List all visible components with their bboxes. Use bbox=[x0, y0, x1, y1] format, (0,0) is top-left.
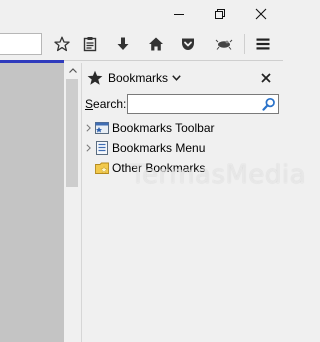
bookmarks-tree: Bookmarks Toolbar Bookmarks Menu Other B… bbox=[82, 118, 283, 178]
search-icon[interactable] bbox=[262, 97, 276, 111]
tree-item-bookmarks-toolbar[interactable]: Bookmarks Toolbar bbox=[82, 118, 283, 138]
close-icon bbox=[255, 8, 267, 20]
sidebar-title: Bookmarks bbox=[108, 71, 169, 85]
bookmarks-toolbar-icon bbox=[95, 122, 109, 134]
hamburger-menu-icon bbox=[256, 38, 270, 50]
extension-icon bbox=[215, 39, 233, 50]
scroll-up-button[interactable] bbox=[64, 63, 81, 77]
star-icon bbox=[54, 36, 70, 52]
chevron-up-icon bbox=[68, 67, 77, 73]
tree-item-label: Other Bookmarks bbox=[112, 161, 206, 175]
navigation-toolbar bbox=[0, 28, 283, 61]
tree-item-other-bookmarks[interactable]: Other Bookmarks bbox=[82, 158, 283, 178]
tree-item-label: Bookmarks Toolbar bbox=[112, 121, 215, 135]
open-menu-button[interactable] bbox=[251, 32, 275, 56]
close-icon bbox=[261, 73, 271, 83]
chevron-right-icon bbox=[85, 144, 91, 152]
clipboard-list-icon bbox=[83, 37, 97, 52]
search-label-accesskey: S bbox=[85, 97, 94, 111]
toolbar-separator bbox=[244, 34, 245, 54]
search-label: Search: bbox=[85, 97, 126, 111]
chevron-right-icon bbox=[85, 124, 91, 132]
tree-item-bookmarks-menu[interactable]: Bookmarks Menu bbox=[82, 138, 283, 158]
folder-star-icon bbox=[95, 162, 109, 174]
expand-twisty[interactable] bbox=[83, 124, 93, 132]
search-input[interactable] bbox=[128, 95, 266, 113]
minimize-icon bbox=[174, 14, 184, 15]
search-field[interactable] bbox=[127, 94, 279, 114]
sidebar-title-dropdown[interactable]: Bookmarks bbox=[108, 71, 181, 85]
minimize-button[interactable] bbox=[160, 0, 198, 28]
star-icon bbox=[87, 70, 103, 85]
search-label-text: earch: bbox=[93, 97, 127, 111]
home-icon bbox=[149, 37, 163, 51]
bookmarks-menu-icon bbox=[96, 141, 108, 155]
bookmarks-sidebar: Bookmarks Search: Bookmarks Toolbar Book… bbox=[82, 63, 283, 342]
extension-button[interactable] bbox=[212, 32, 236, 56]
downloads-button[interactable] bbox=[111, 32, 135, 56]
reading-list-button[interactable] bbox=[78, 32, 102, 56]
title-bar bbox=[0, 0, 283, 28]
restore-icon bbox=[215, 9, 225, 19]
url-bar[interactable] bbox=[0, 33, 42, 55]
pocket-icon bbox=[182, 38, 194, 50]
page-content-area[interactable] bbox=[0, 63, 64, 342]
vertical-scrollbar[interactable] bbox=[64, 63, 82, 342]
sidebar-header: Bookmarks bbox=[82, 63, 283, 93]
restore-button[interactable] bbox=[201, 0, 239, 28]
close-window-button[interactable] bbox=[242, 0, 280, 28]
scrollbar-thumb[interactable] bbox=[66, 79, 78, 187]
expand-twisty[interactable] bbox=[83, 144, 93, 152]
bookmark-star-button[interactable] bbox=[50, 32, 74, 56]
pocket-button[interactable] bbox=[176, 32, 200, 56]
tree-item-label: Bookmarks Menu bbox=[112, 141, 206, 155]
chevron-down-icon bbox=[172, 75, 181, 81]
download-arrow-icon bbox=[117, 37, 129, 50]
sidebar-close-button[interactable] bbox=[259, 71, 273, 85]
home-button[interactable] bbox=[144, 32, 168, 56]
